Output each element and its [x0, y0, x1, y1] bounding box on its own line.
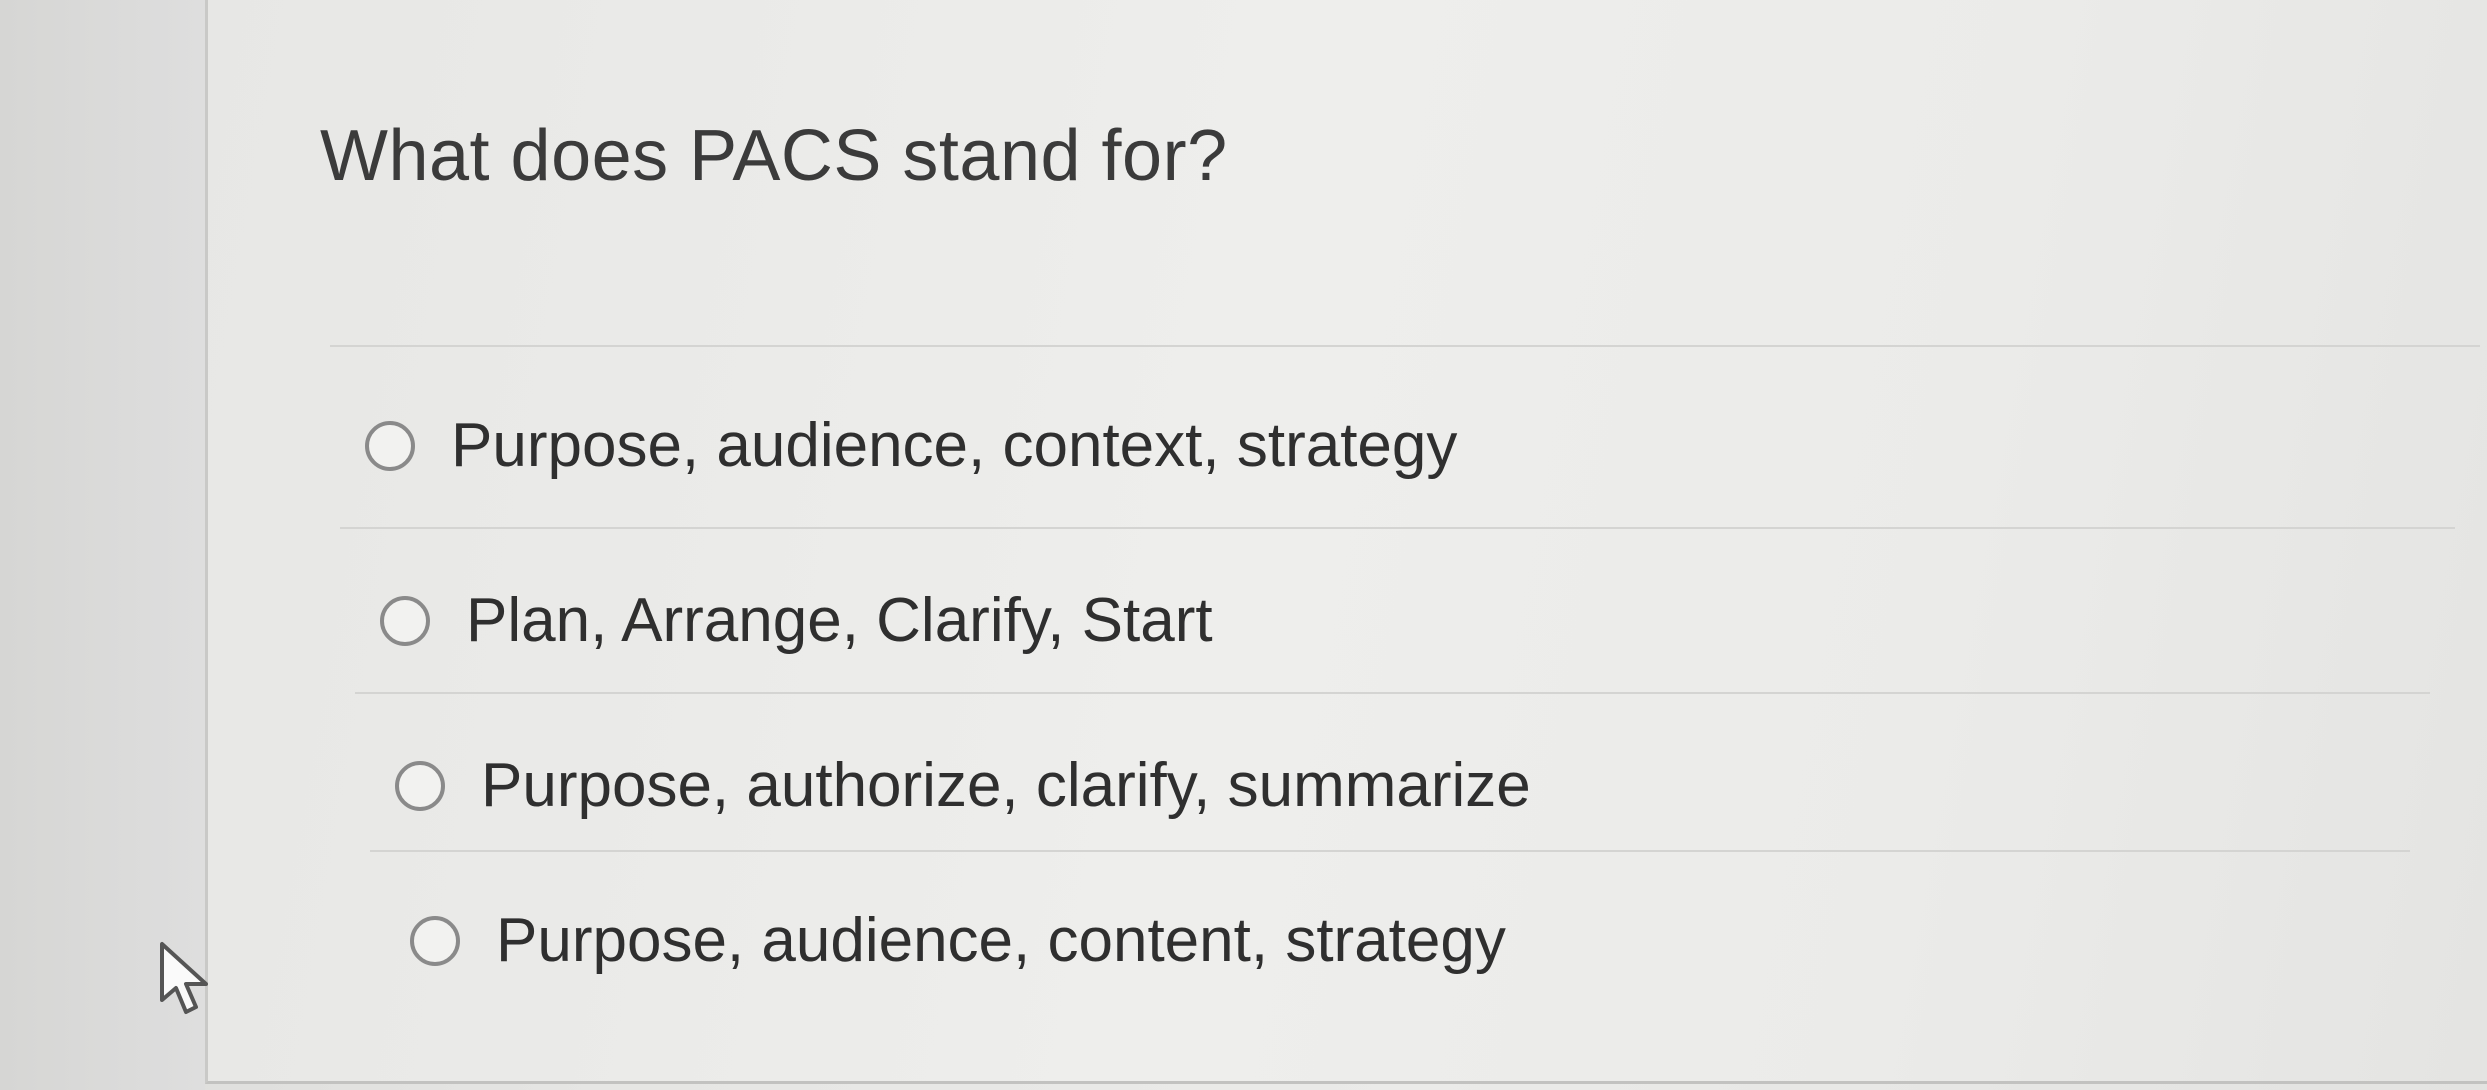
radio-button[interactable] [395, 760, 445, 811]
left-margin [0, 0, 205, 1090]
answer-option-2[interactable]: Plan, Arrange, Clarify, Start [380, 585, 1213, 656]
answer-option-1[interactable]: Purpose, audience, context, strategy [365, 410, 1457, 481]
radio-button[interactable] [410, 915, 460, 966]
option-label: Plan, Arrange, Clarify, Start [466, 586, 1213, 655]
arrow-pointer-icon [160, 942, 208, 1014]
divider [370, 850, 2410, 852]
option-label: Purpose, authorize, clarify, summarize [481, 751, 1531, 820]
option-label: Purpose, audience, content, strategy [496, 906, 1506, 975]
question-title: What does PACS stand for? [320, 116, 1228, 196]
divider [330, 345, 2480, 347]
divider [355, 692, 2430, 694]
radio-button[interactable] [365, 420, 415, 471]
quiz-screen: What does PACS stand for? Purpose, audie… [0, 0, 2487, 1090]
answer-option-4[interactable]: Purpose, audience, content, strategy [410, 905, 1506, 976]
divider [340, 527, 2455, 529]
option-label: Purpose, audience, context, strategy [451, 411, 1458, 480]
radio-button[interactable] [380, 595, 430, 646]
answer-option-3[interactable]: Purpose, authorize, clarify, summarize [395, 750, 1531, 821]
